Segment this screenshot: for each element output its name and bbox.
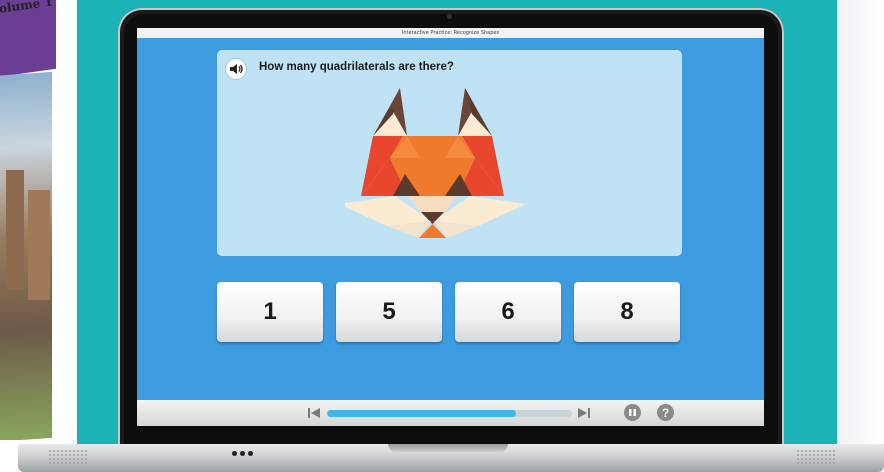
- fox-shapes-image: [345, 88, 526, 238]
- answer-button-1[interactable]: 1: [217, 282, 323, 342]
- help-button[interactable]: ?: [657, 404, 674, 421]
- window-title: Interactive Practice: Recognize Shapes: [137, 28, 764, 38]
- answer-button-2[interactable]: 5: [336, 282, 442, 342]
- book-cover: olume 1: [0, 0, 60, 440]
- laptop-screen: Interactive Practice: Recognize Shapes H…: [137, 28, 764, 426]
- player-controls: ?: [137, 400, 764, 426]
- book-cover-building: [6, 170, 24, 290]
- laptop-indicator-dots: [232, 451, 253, 456]
- progress-fill: [327, 410, 516, 417]
- question-card: How many quadrilaterals are there?: [217, 50, 682, 256]
- help-icon: ?: [661, 405, 670, 420]
- answer-button-3[interactable]: 6: [455, 282, 561, 342]
- laptop-hinge-notch: [388, 444, 508, 452]
- speaker-button[interactable]: [225, 58, 247, 80]
- pause-icon: [629, 409, 636, 416]
- speaker-grille: [48, 449, 88, 465]
- webcam-icon: [447, 14, 452, 19]
- skip-forward-icon[interactable]: [577, 406, 591, 420]
- answer-button-4[interactable]: 8: [574, 282, 680, 342]
- skip-back-icon[interactable]: [307, 406, 321, 420]
- pause-button[interactable]: [624, 404, 641, 421]
- question-text: How many quadrilaterals are there?: [259, 61, 454, 73]
- progress-bar[interactable]: [327, 410, 572, 417]
- speaker-icon: [230, 64, 243, 74]
- book-cover-building: [28, 190, 50, 300]
- right-backdrop: [837, 0, 884, 444]
- speaker-grille: [796, 449, 836, 465]
